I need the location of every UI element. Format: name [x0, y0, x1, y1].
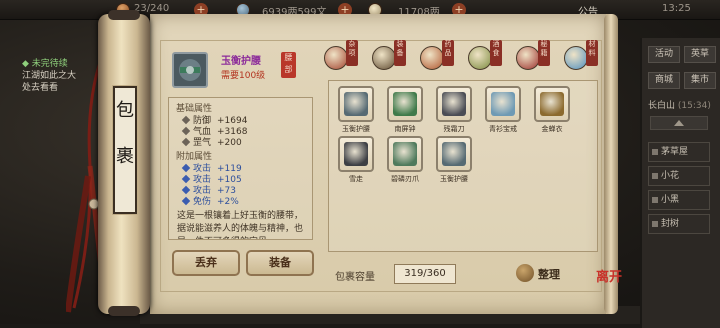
tab-label[interactable]: 酒食 [490, 40, 502, 66]
location-name: 长白山 [648, 101, 676, 111]
item-description: 这是一根镶着上好玉衡的腰带，据说能滋养人的体魄与精神，也是一件不可多得的宝贝。 [177, 211, 304, 239]
title-char-2: 裹 [116, 146, 134, 167]
slot-item-name: 雪走 [349, 175, 363, 183]
player-name: 茅草屋 [661, 147, 689, 157]
player-dot-icon [652, 221, 658, 227]
capacity-value: 319/360 [394, 264, 456, 284]
selected-item-icon [172, 52, 208, 88]
rank-button[interactable]: 英草 [684, 46, 716, 63]
diamond-icon [181, 163, 191, 173]
player-dot-icon [652, 197, 658, 203]
chevron-up-icon [674, 120, 684, 126]
slot-item-name: 碧磷刃爪 [391, 175, 419, 183]
claw-icon [393, 142, 417, 166]
tab-3-icon[interactable] [468, 46, 492, 70]
armor-icon [540, 92, 564, 116]
exit-seal-logo[interactable]: 离开 [596, 270, 630, 304]
inventory-slot[interactable] [485, 86, 521, 122]
diamond-icon [181, 126, 191, 136]
shop-button[interactable]: 商城 [648, 72, 680, 89]
bag-icon [516, 264, 534, 282]
player-dot-icon [652, 173, 658, 179]
player-entry[interactable]: 茅草屋 [648, 142, 710, 162]
slot-item-name: 青衫宝戒 [489, 125, 517, 133]
player-name: 封树 [661, 219, 680, 229]
tab-label[interactable]: 药品 [442, 40, 454, 66]
panel-title-vertical: 包 裹 [112, 85, 138, 215]
capacity-label: 包裹容量 [335, 272, 375, 283]
diamond-icon [181, 196, 191, 206]
player-dot-icon [652, 149, 658, 155]
item-requirement: 需要100级 [221, 71, 266, 81]
ring-icon [491, 92, 515, 116]
tab-4-icon[interactable] [516, 46, 540, 70]
player-name: 小花 [661, 171, 680, 181]
tab-label[interactable]: 杂项 [346, 40, 358, 66]
belt-icon [442, 142, 466, 166]
tab-2-icon[interactable] [420, 46, 444, 70]
inventory-slot[interactable] [436, 136, 472, 172]
slot-item-name: 玉衡护腰 [440, 175, 468, 183]
bell-icon [393, 92, 417, 116]
tab-label[interactable]: 材料 [586, 40, 598, 66]
inventory-slot[interactable] [534, 86, 570, 122]
title-char-1: 包 [116, 100, 134, 121]
inventory-slot[interactable] [338, 136, 374, 172]
tab-label[interactable]: 秘籍 [538, 40, 550, 66]
inventory-slot[interactable] [338, 86, 374, 122]
location-time: (15:34) [677, 101, 711, 111]
sort-button[interactable]: 整理 [516, 262, 574, 286]
blade-icon [344, 142, 368, 166]
activity-button[interactable]: 活动 [648, 46, 680, 63]
extra-attr: 免伤 +2% [181, 194, 239, 207]
tab-1-icon[interactable] [372, 46, 396, 70]
discard-button[interactable]: 丢弃 [172, 250, 240, 276]
item-attributes-box[interactable]: 基础属性 防御 +1694 气血 +3168 罡气 +200 附加属性 攻击 +119 … [168, 97, 313, 240]
clock: 13:25 [662, 3, 691, 14]
slot-item-name: 南屏钟 [394, 125, 416, 133]
player-entry[interactable]: 小黑 [648, 190, 710, 210]
slot-item-name: 金蝉衣 [541, 125, 563, 133]
diamond-icon [181, 185, 191, 195]
diamond-icon [181, 174, 191, 184]
scroll-right-rod [604, 14, 618, 314]
collapse-arrow-button[interactable] [650, 116, 708, 130]
rod-bottom-cap [108, 306, 140, 316]
slot-stamp: 腰部 [281, 52, 296, 78]
player-entry[interactable]: 封树 [648, 214, 710, 234]
saber-icon [442, 92, 466, 116]
tab-label[interactable]: 装备 [394, 40, 406, 66]
player-name: 小黑 [661, 195, 680, 205]
belt-icon [344, 92, 368, 116]
item-name: 玉衡护腰 [221, 56, 261, 67]
market-button[interactable]: 集市 [684, 72, 716, 89]
inventory-slot[interactable] [387, 136, 423, 172]
equip-button[interactable]: 装备 [246, 250, 314, 276]
slot-item-name: 残霜刀 [443, 125, 465, 133]
tab-0-icon[interactable] [324, 46, 348, 70]
inventory-slot[interactable] [387, 86, 423, 122]
location-row: 长白山 (15:34) [648, 98, 711, 111]
diamond-icon [181, 137, 191, 147]
inventory-slot[interactable] [436, 86, 472, 122]
diamond-icon [181, 115, 191, 125]
base-attr: 罡气 +200 [181, 135, 242, 148]
slot-item-name: 玉衡护腰 [342, 125, 370, 133]
rod-top-cap [108, 10, 140, 20]
player-entry[interactable]: 小花 [648, 166, 710, 186]
sort-label: 整理 [538, 268, 560, 281]
tab-5-icon[interactable] [564, 46, 588, 70]
